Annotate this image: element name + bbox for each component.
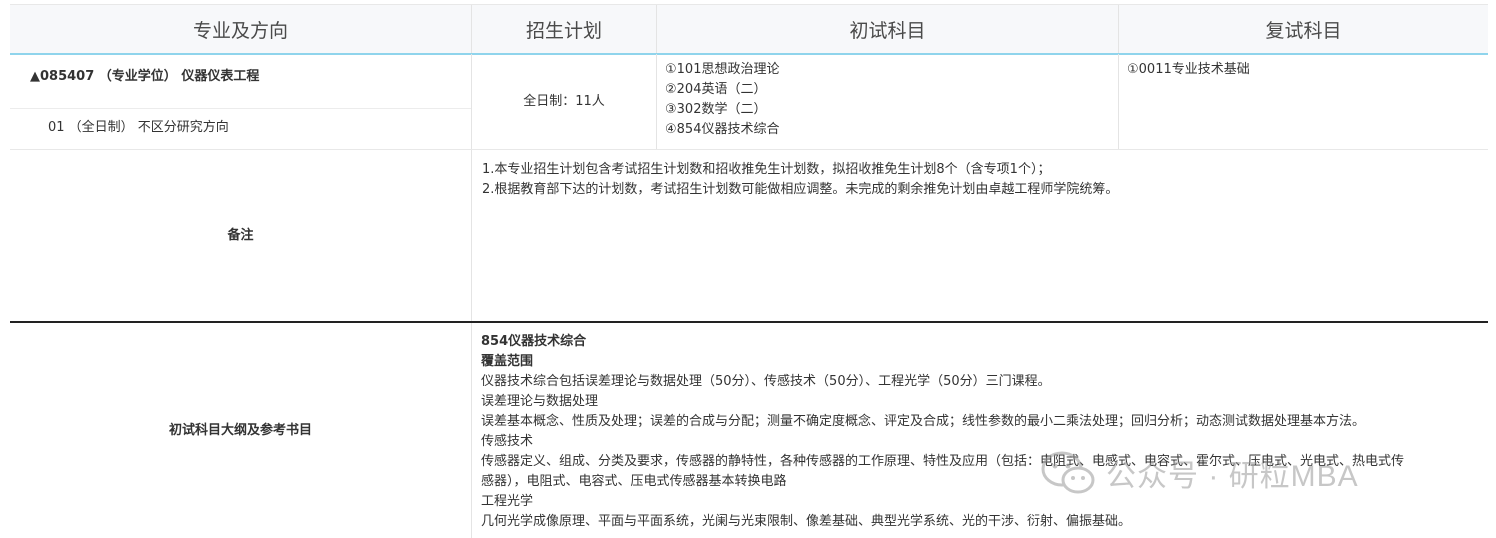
syllabus-label-cell: 初试科目大纲及参考书目: [10, 323, 472, 538]
remarks-label-cell: 备注: [10, 150, 472, 321]
major-direction: 01 （全日制） 不区分研究方向: [48, 120, 229, 135]
syllabus-content: 854仪器技术综合 覆盖范围 仪器技术综合包括误差理论与数据处理（50分）、传感…: [472, 323, 1488, 538]
header-retest-subjects: 复试科目: [1265, 19, 1342, 42]
plan-value: 全日制：11人: [523, 93, 605, 109]
syllabus-line: 感器），电阻式、电容式、压电式传感器基本转换电路: [481, 474, 787, 489]
coverage-heading: 覆盖范围: [481, 354, 534, 369]
exam-subject: ④854仪器技术综合: [665, 122, 780, 137]
table-row: 初试科目大纲及参考书目 854仪器技术综合 覆盖范围 仪器技术综合包括误差理论与…: [10, 323, 1488, 538]
remark-line: 2.根据教育部下达的计划数，考试招生计划数可能做相应调整。未完成的剩余推免计划由…: [482, 182, 1119, 197]
syllabus-line: 误差理论与数据处理: [481, 394, 599, 409]
syllabus-line: 工程光学: [481, 494, 534, 509]
exam-subject: ②204英语（二）: [665, 82, 767, 97]
exam-subject: ①101思想政治理论: [665, 62, 780, 77]
syllabus-title: 854仪器技术综合: [481, 334, 587, 349]
plan-cell: 全日制：11人: [472, 54, 657, 149]
remark-line: 1.本专业招生计划包含考试招生计划数和招收推免生计划数，拟招收推免生计划8个（含…: [482, 162, 1051, 177]
retest-subjects-cell: ①0011专业技术基础: [1119, 54, 1488, 149]
syllabus-line: 仪器技术综合包括误差理论与数据处理（50分）、传感技术（50分）、工程光学（50…: [481, 374, 1051, 389]
major-cell: ▲085407 （专业学位） 仪器仪表工程 01 （全日制） 不区分研究方向: [10, 54, 472, 149]
table-row: 备注 1.本专业招生计划包含考试招生计划数和招收推免生计划数，拟招收推免生计划8…: [10, 150, 1488, 323]
syllabus-label: 初试科目大纲及参考书目: [168, 422, 312, 438]
remarks-label: 备注: [227, 227, 254, 243]
major-title: ▲085407 （专业学位） 仪器仪表工程: [10, 54, 471, 109]
table-header: 专业及方向 招生计划 初试科目 复试科目: [10, 4, 1488, 55]
exam-subject: ③302数学（二）: [665, 102, 767, 117]
header-major: 专业及方向: [10, 5, 472, 53]
exam-subjects-cell: ①101思想政治理论 ②204英语（二） ③302数学（二） ④854仪器技术综…: [657, 54, 1119, 149]
header-exam-subjects: 初试科目: [657, 5, 1119, 53]
syllabus-line: 几何光学成像原理、平面与平面系统，光阑与光束限制、像差基础、典型光学系统、光的干…: [481, 514, 1132, 529]
syllabus-line: 误差基本概念、性质及处理；误差的合成与分配；测量不确定度概念、评定及合成；线性参…: [481, 414, 1366, 429]
retest-subject: ①0011专业技术基础: [1127, 62, 1250, 77]
syllabus-line: 传感器定义、组成、分类及要求，传感器的静特性，各种传感器的工作原理、特性及应用（…: [481, 454, 1405, 469]
admission-table: 专业及方向 招生计划 初试科目 复试科目 ▲085407 （专业学位） 仪器仪表…: [10, 0, 1488, 538]
syllabus-line: 传感技术: [481, 434, 534, 449]
remarks-content: 1.本专业招生计划包含考试招生计划数和招收推免生计划数，拟招收推免生计划8个（含…: [472, 150, 1488, 321]
table-row: ▲085407 （专业学位） 仪器仪表工程 01 （全日制） 不区分研究方向 全…: [10, 54, 1488, 150]
header-plan: 招生计划: [472, 5, 657, 53]
